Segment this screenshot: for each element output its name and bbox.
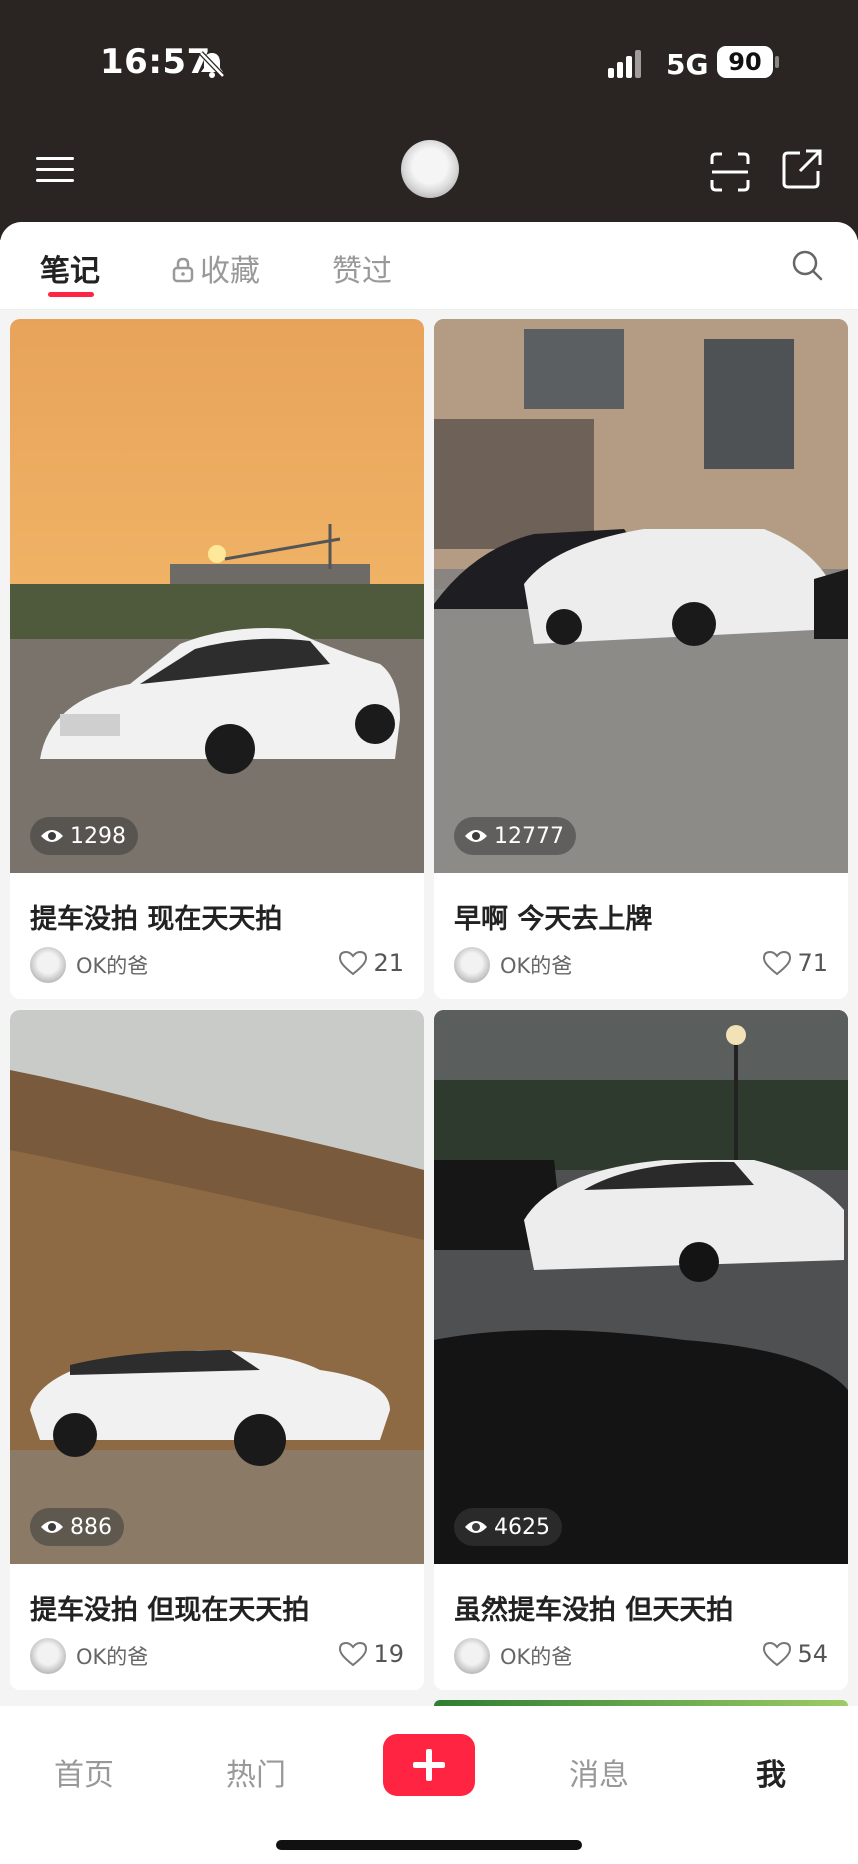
- nav-home[interactable]: 首页: [54, 1750, 114, 1794]
- view-count-value: 886: [70, 1514, 112, 1540]
- sunset-car-image: [10, 319, 424, 873]
- author-name: OK的爸: [500, 1645, 573, 1669]
- heart-icon: [763, 1641, 792, 1667]
- eye-icon: [41, 830, 63, 842]
- note-photo[interactable]: 4625: [434, 1010, 848, 1564]
- like-count: 21: [373, 949, 404, 977]
- author-name: OK的爸: [76, 954, 149, 978]
- like-count: 71: [797, 949, 828, 977]
- tab-liked[interactable]: 赞过: [332, 246, 392, 290]
- like-button[interactable]: 19: [339, 1640, 404, 1668]
- view-count: 4625: [454, 1508, 562, 1546]
- top-nav: [0, 130, 858, 230]
- note-photo[interactable]: 1298: [10, 319, 424, 873]
- tab-collections-label: 收藏: [200, 254, 260, 289]
- bell-muted-icon: [199, 51, 225, 78]
- tab-notes[interactable]: 笔记: [40, 246, 100, 290]
- nav-hot[interactable]: 热门: [226, 1750, 286, 1794]
- like-button[interactable]: 21: [339, 949, 404, 977]
- menu-icon[interactable]: [36, 150, 76, 190]
- view-count-value: 12777: [494, 823, 564, 849]
- view-count-value: 1298: [70, 823, 126, 849]
- view-count: 886: [30, 1508, 124, 1546]
- author-name: OK的爸: [76, 1645, 149, 1669]
- scan-icon[interactable]: [708, 150, 752, 194]
- tab-bar: 笔记 收藏 赞过: [0, 222, 858, 310]
- profile-content: 笔记 收藏 赞过 1298 提车没拍 现在天天拍 OK的爸 21 12777 早…: [0, 222, 858, 1864]
- hillside-car-image: [10, 1010, 424, 1564]
- like-button[interactable]: 54: [763, 1640, 828, 1668]
- note-photo[interactable]: 12777: [434, 319, 848, 873]
- author-avatar: [454, 1638, 490, 1674]
- home-indicator: [276, 1840, 582, 1850]
- note-card[interactable]: 12777 早啊 今天去上牌 OK的爸 71: [434, 319, 848, 999]
- like-count: 19: [373, 1640, 404, 1668]
- note-photo[interactable]: 886: [10, 1010, 424, 1564]
- status-time: 16:57: [100, 42, 211, 82]
- note-card[interactable]: 886 提车没拍 但现在天天拍 OK的爸 19: [10, 1010, 424, 1690]
- avatar[interactable]: [401, 140, 459, 198]
- author-avatar: [30, 1638, 66, 1674]
- note-title[interactable]: 早啊 今天去上牌: [454, 897, 652, 936]
- nav-me[interactable]: 我: [756, 1750, 786, 1794]
- search-icon[interactable]: [790, 248, 824, 282]
- eye-icon: [465, 1521, 487, 1533]
- author-name: OK的爸: [500, 954, 573, 978]
- author[interactable]: OK的爸: [454, 1638, 572, 1674]
- view-count-value: 4625: [494, 1514, 550, 1540]
- battery-level: 90: [717, 46, 773, 78]
- heart-icon: [339, 1641, 368, 1667]
- author-avatar: [454, 947, 490, 983]
- author[interactable]: OK的爸: [30, 947, 148, 983]
- view-count: 12777: [454, 817, 576, 855]
- bottom-nav: 首页 热门 消息 我: [0, 1706, 858, 1864]
- network-type: 5G: [666, 48, 709, 81]
- share-icon[interactable]: [780, 147, 824, 191]
- status-bar: 16:57 5G 90: [0, 0, 858, 130]
- note-card[interactable]: 4625 虽然提车没拍 但天天拍 OK的爸 54: [434, 1010, 848, 1690]
- note-title[interactable]: 虽然提车没拍 但天天拍: [454, 1588, 733, 1627]
- nav-messages[interactable]: 消息: [569, 1750, 629, 1794]
- tab-collections[interactable]: 收藏: [172, 246, 260, 290]
- create-post-button[interactable]: [383, 1734, 475, 1796]
- author[interactable]: OK的爸: [454, 947, 572, 983]
- author[interactable]: OK的爸: [30, 1638, 148, 1674]
- note-title[interactable]: 提车没拍 但现在天天拍: [30, 1588, 309, 1627]
- author-avatar: [30, 947, 66, 983]
- like-count: 54: [797, 1640, 828, 1668]
- heart-icon: [339, 950, 368, 976]
- eye-icon: [465, 830, 487, 842]
- night-parking-car-image: [434, 1010, 848, 1564]
- lock-icon: [172, 257, 194, 283]
- eye-icon: [41, 1521, 63, 1533]
- like-button[interactable]: 71: [763, 949, 828, 977]
- battery-tip: [775, 56, 779, 68]
- note-card[interactable]: 1298 提车没拍 现在天天拍 OK的爸 21: [10, 319, 424, 999]
- note-title[interactable]: 提车没拍 现在天天拍: [30, 897, 282, 936]
- view-count: 1298: [30, 817, 138, 855]
- heart-icon: [763, 950, 792, 976]
- signal-icon: [608, 50, 641, 78]
- active-tab-indicator: [48, 292, 94, 297]
- parking-car-image: [434, 319, 848, 873]
